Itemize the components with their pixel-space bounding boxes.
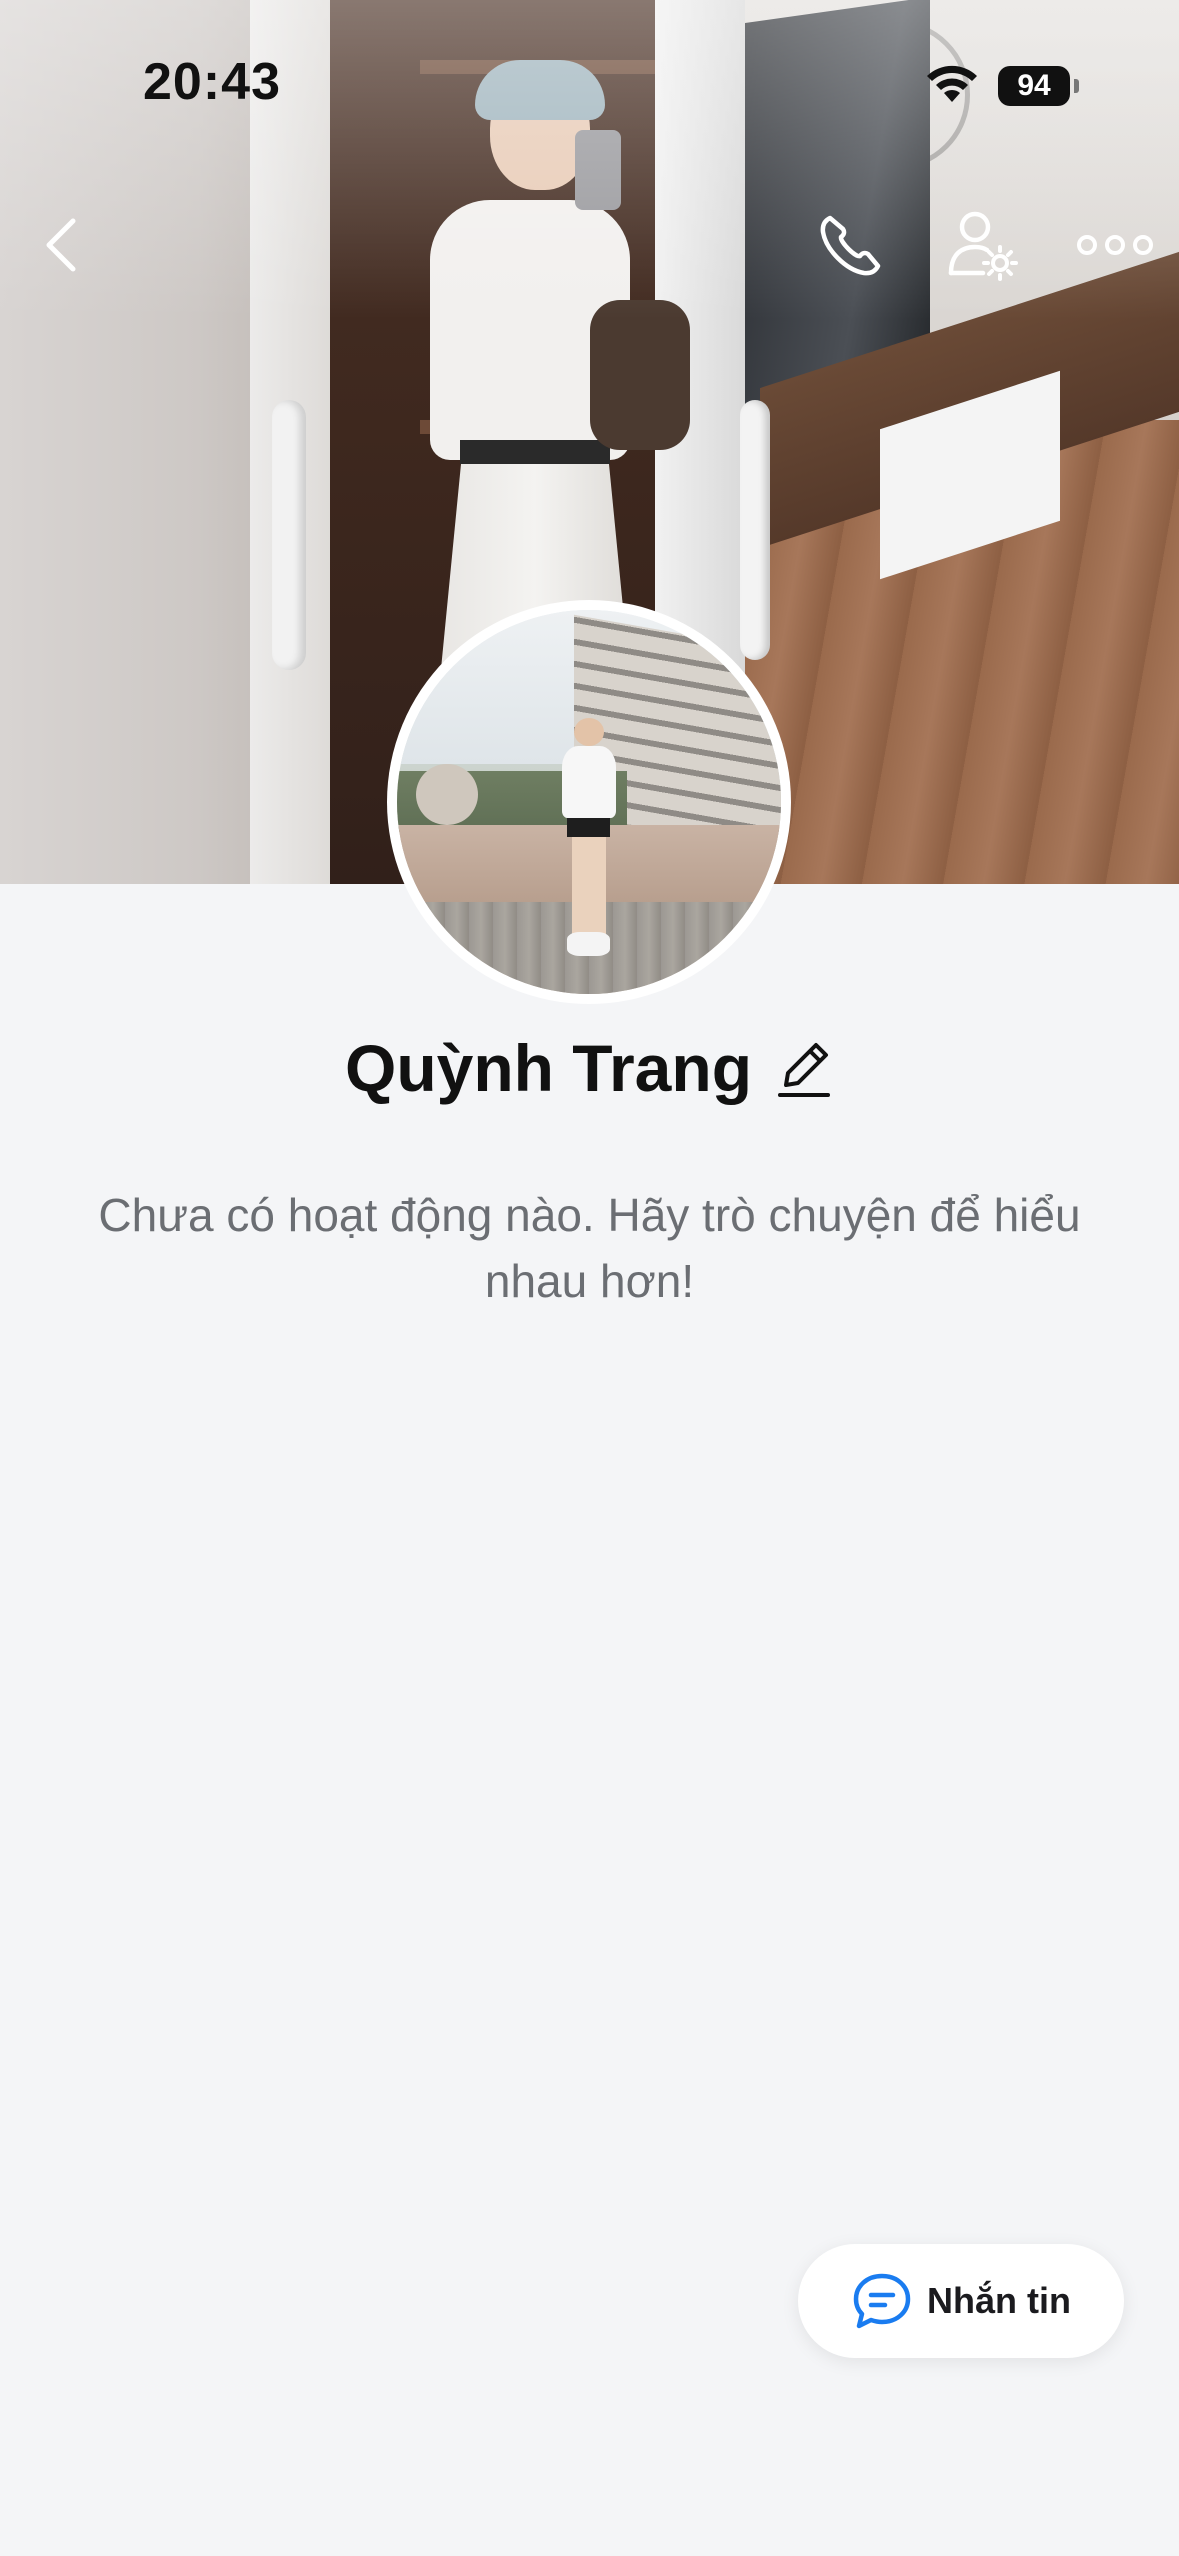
profile-name: Quỳnh Trang (344, 1031, 753, 1105)
user-settings-icon (948, 211, 1018, 281)
phone-icon (820, 215, 881, 276)
more-options-button[interactable] (1070, 200, 1160, 290)
avatar[interactable] (387, 600, 791, 1004)
more-horizontal-icon (1077, 235, 1153, 255)
battery-level: 94 (1017, 69, 1051, 102)
empty-activity-text: Chưa có hoạt động nào. Hãy trò chuyện để… (98, 1189, 1081, 1307)
status-time: 20:43 (143, 53, 281, 111)
chat-bubble-icon (853, 2273, 911, 2329)
edit-name-button[interactable] (774, 1035, 834, 1101)
chevron-left-icon (46, 218, 76, 272)
send-message-label: Nhắn tin (927, 2280, 1071, 2321)
profile-name-row: Quỳnh Trang (0, 1030, 1179, 1106)
send-message-button[interactable]: Nhắn tin (798, 2244, 1124, 2358)
avatar-photo (397, 610, 781, 994)
pencil-icon (778, 1043, 831, 1097)
profile-settings-button[interactable] (938, 200, 1028, 290)
back-button[interactable] (16, 200, 106, 290)
battery-icon: 94 (998, 66, 1070, 106)
wifi-icon (927, 65, 977, 102)
call-button[interactable] (806, 200, 896, 290)
battery-nub (1074, 79, 1079, 93)
